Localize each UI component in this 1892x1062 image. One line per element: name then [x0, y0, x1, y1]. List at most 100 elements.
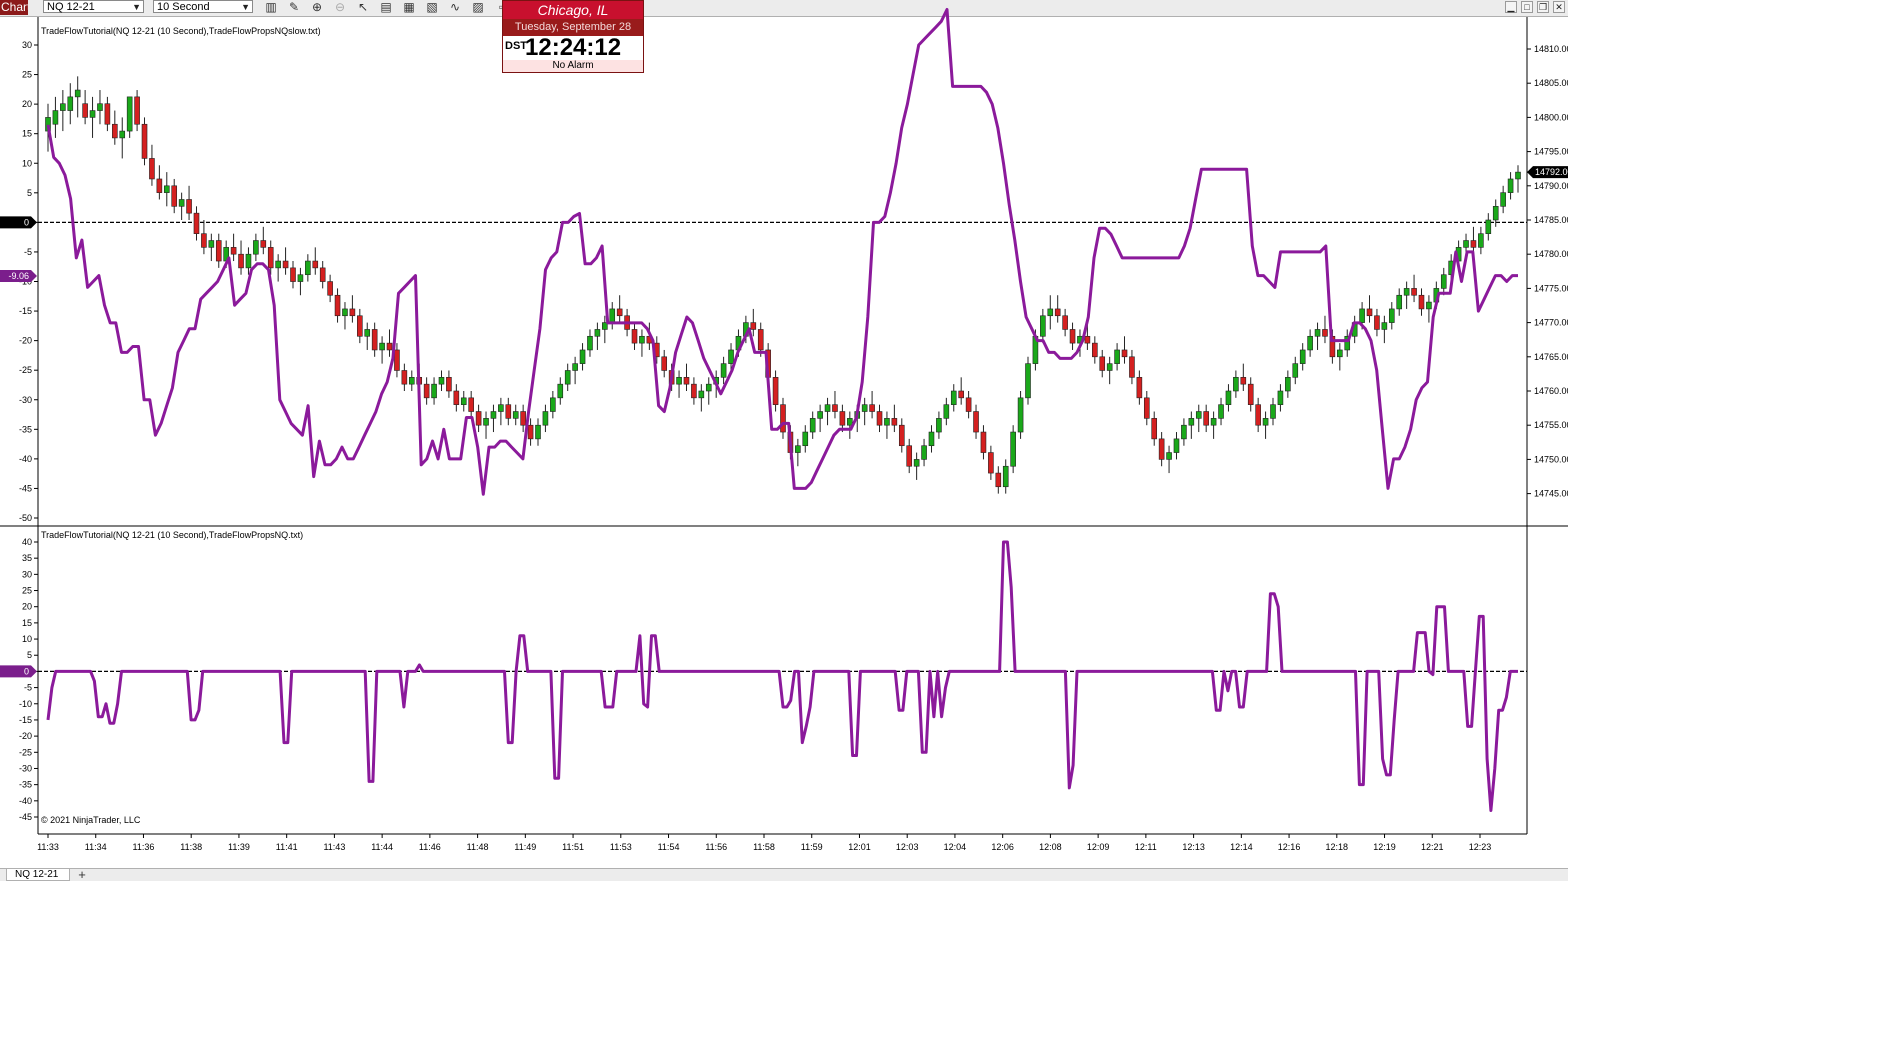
- candle-down: [1255, 404, 1261, 426]
- lower-panel-label: TradeFlowTutorial(NQ 12-21 (10 Second),T…: [41, 530, 303, 540]
- candle-up: [67, 96, 74, 111]
- candle-down: [267, 247, 274, 269]
- candle-down: [401, 370, 408, 385]
- candle-up: [1047, 308, 1054, 317]
- candle-down: [869, 404, 875, 412]
- candle-up: [1285, 377, 1291, 392]
- candle-down: [1129, 356, 1135, 378]
- candle-up: [861, 404, 868, 412]
- candle-up: [1492, 206, 1499, 221]
- candle-up: [1040, 315, 1046, 337]
- lower-y-tick-label: -45: [19, 812, 32, 822]
- candle-down: [1054, 308, 1061, 317]
- candle-down: [898, 424, 905, 447]
- candle-up: [936, 418, 942, 433]
- candle-down: [357, 315, 363, 337]
- candle-down: [260, 240, 267, 248]
- lower-zero-tag-shape: [0, 665, 37, 678]
- price-tick-label: 14790.00: [1534, 181, 1568, 191]
- candle-up: [795, 445, 801, 453]
- candle-down: [215, 240, 222, 262]
- clock-dst-label: DST: [505, 40, 527, 52]
- tab-nq-12-21[interactable]: NQ 12-21: [6, 869, 70, 881]
- candle-up: [1166, 452, 1172, 460]
- chart-canvas: 30 25 20 15 10 5 0 -5 -10 -15 -20 -25 -30 -35 -40 -45 -5…: [0, 8, 1568, 868]
- candle-up: [1299, 349, 1306, 364]
- candle-down: [1240, 377, 1247, 385]
- upper-y-tick-label: -35: [19, 424, 32, 434]
- candle-up: [587, 335, 593, 351]
- candle-up: [1507, 178, 1514, 193]
- candle-up: [1025, 363, 1031, 399]
- time-tick-label: 12:16: [1278, 842, 1301, 852]
- candle-down: [282, 260, 289, 269]
- clock-alarm-status: No Alarm: [503, 60, 643, 72]
- candle-down: [1062, 315, 1068, 330]
- candle-down: [750, 322, 757, 330]
- candle-up: [438, 377, 445, 385]
- candle-up: [1225, 390, 1232, 405]
- candle-down: [82, 103, 88, 118]
- candle-down: [423, 383, 430, 399]
- candle-down: [1203, 411, 1209, 426]
- candle-down: [757, 329, 764, 351]
- last-price-tag: 14792.00: [1535, 167, 1568, 177]
- candle-down: [1322, 329, 1328, 337]
- time-tick-label: 12:01: [848, 842, 871, 852]
- time-tick-label: 12:18: [1326, 842, 1349, 852]
- candle-down: [290, 267, 296, 282]
- candle-up: [364, 329, 371, 337]
- candle-down: [906, 445, 913, 467]
- price-tick-label: 14770.00: [1534, 318, 1568, 328]
- lower-y-tick-label: -5: [24, 683, 32, 693]
- lower-y-tick-label: -30: [19, 763, 32, 773]
- candle-down: [371, 329, 378, 351]
- upper-y-tick-label: -50: [19, 513, 32, 523]
- upper-y-tick-label: -45: [19, 483, 32, 493]
- time-tick-label: 12:06: [991, 842, 1014, 852]
- candle-up: [572, 363, 578, 371]
- candle-up: [498, 404, 504, 412]
- lower-y-tick-label: -40: [19, 796, 32, 806]
- candle-down: [201, 233, 207, 248]
- candle-up: [542, 411, 549, 426]
- clock-widget[interactable]: Chicago, IL Tuesday, September 28 DST 12…: [502, 0, 644, 73]
- price-tick-label: 14760.00: [1534, 386, 1568, 396]
- candle-up: [297, 274, 304, 282]
- candle-up: [1195, 411, 1202, 419]
- price-tick-label: 14750.00: [1534, 454, 1568, 464]
- lower-y-tick-label: 15: [22, 618, 32, 628]
- candle-up: [60, 103, 66, 111]
- time-tick-label: 12:14: [1230, 842, 1253, 852]
- candle-down: [1366, 308, 1373, 317]
- candle-down: [349, 308, 356, 317]
- candle-down: [334, 294, 341, 317]
- price-tick-label: 14765.00: [1534, 352, 1568, 362]
- clock-city: Chicago, IL: [503, 1, 643, 19]
- candle-up: [1426, 301, 1432, 310]
- candle-up: [1017, 397, 1024, 433]
- time-tick-label: 11:51: [562, 842, 584, 852]
- lower-y-tick-label: 35: [22, 553, 32, 563]
- candle-down: [891, 418, 898, 426]
- add-tab-button[interactable]: +: [74, 868, 90, 881]
- copyright-notice: © 2021 NinjaTrader, LLC: [41, 815, 141, 825]
- time-tick-label: 11:53: [610, 842, 632, 852]
- price-tick-label: 14805.00: [1534, 78, 1568, 88]
- candle-up: [550, 397, 556, 412]
- candle-up: [720, 363, 727, 378]
- candle-up: [950, 390, 957, 405]
- price-tick-label: 14780.00: [1534, 249, 1568, 259]
- candle-up: [1270, 404, 1276, 419]
- candle-up: [535, 424, 541, 440]
- candle-up: [163, 185, 170, 193]
- time-tick-label: 12:19: [1373, 842, 1396, 852]
- candle-down: [1470, 240, 1477, 248]
- candle-up: [126, 96, 133, 132]
- candle-up: [275, 260, 281, 269]
- upper-y-tick-label: 10: [22, 158, 32, 168]
- candle-down: [958, 390, 964, 399]
- upper-y-tick-label: -30: [19, 395, 32, 405]
- candle-up: [728, 349, 734, 364]
- time-tick-label: 11:34: [85, 842, 107, 852]
